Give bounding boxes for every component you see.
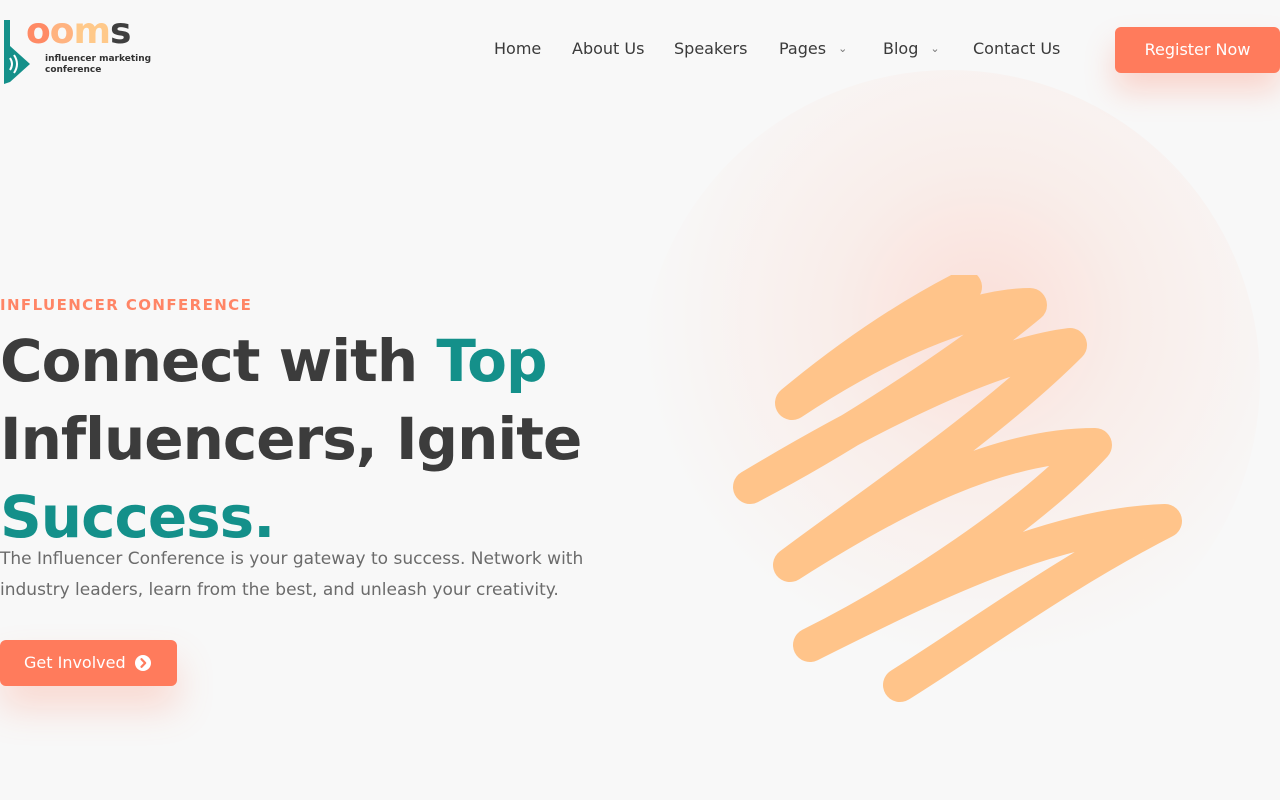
nav-item-home[interactable]: Home (494, 38, 541, 60)
headline-accent-top: Top (436, 327, 547, 395)
hero-headline: Connect with Top Influencers, Ignite Suc… (0, 322, 640, 556)
site-logo[interactable]: ooms influencer marketing conference (0, 11, 160, 84)
landing-page: ooms influencer marketing conference Hom… (0, 0, 1280, 800)
logo-tagline: influencer marketing conference (45, 54, 151, 76)
nav-item-about-us[interactable]: About Us (572, 38, 644, 60)
headline-part1: Connect with (0, 327, 437, 395)
headline-accent-success: Success. (0, 483, 275, 551)
hero-eyebrow: INFLUENCER CONFERENCE (0, 296, 253, 314)
hero-description: The Influencer Conference is your gatewa… (0, 549, 584, 600)
get-involved-label: Get Involved (24, 653, 126, 672)
logo-tagline-line1: influencer marketing (45, 54, 152, 64)
chevron-down-icon: ⌄ (838, 42, 848, 55)
scribble-illustration (733, 275, 1182, 702)
get-involved-button[interactable]: Get Involved (0, 640, 177, 686)
register-now-button[interactable]: Register Now (1115, 27, 1280, 73)
nav-item-pages[interactable]: Pages ⌄ (779, 38, 847, 60)
nav-item-speakers[interactable]: Speakers (674, 38, 747, 60)
nav-item-contact-us[interactable]: Contact Us (973, 38, 1060, 60)
arrow-circle-right-icon (135, 655, 151, 671)
nav-item-blog[interactable]: Blog ⌄ (883, 38, 940, 60)
logo-tagline-line2: conference (45, 65, 102, 75)
nav-item-blog-label: Blog (883, 39, 919, 58)
headline-part2: Influencers, Ignite (0, 405, 582, 473)
chevron-down-icon: ⌄ (930, 42, 940, 55)
logo-wordmark: ooms (26, 11, 131, 52)
nav-item-pages-label: Pages (779, 39, 827, 58)
